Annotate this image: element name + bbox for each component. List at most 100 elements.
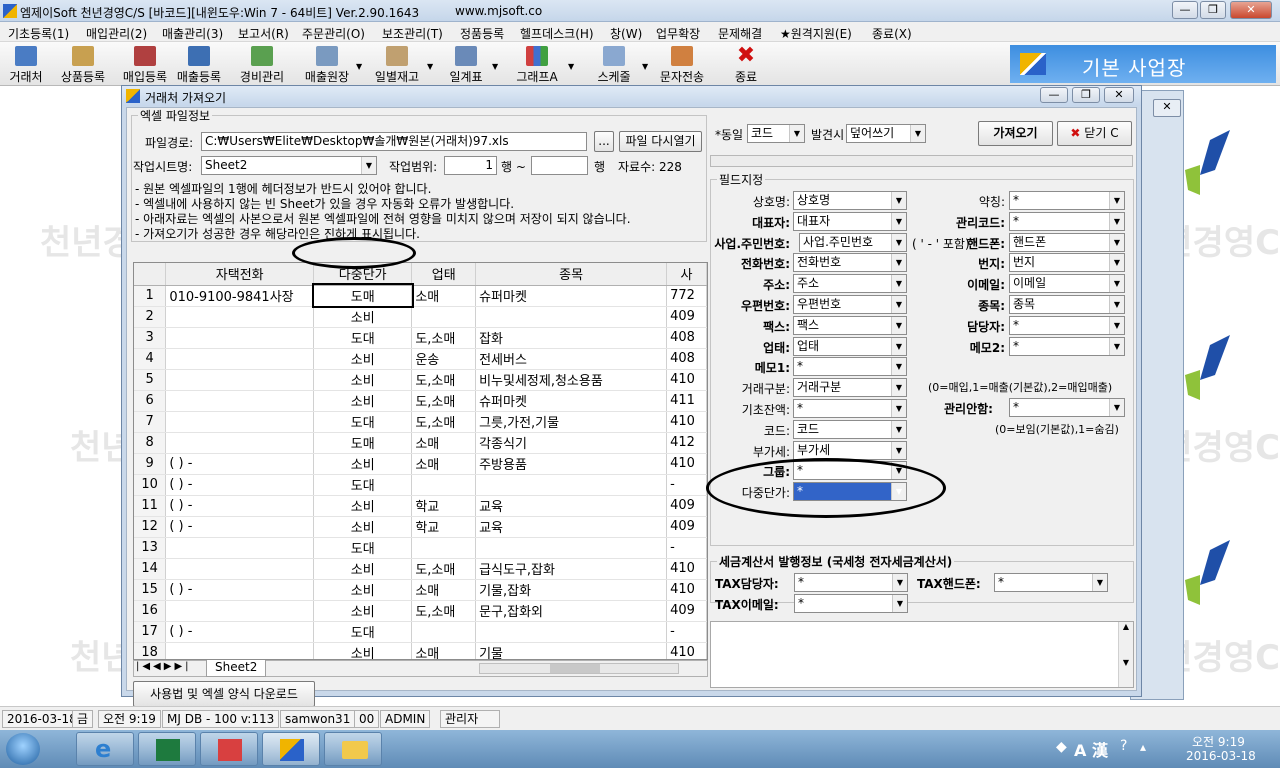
ime-icon[interactable]: A 漢 [1074,737,1108,761]
fields_right-field-select[interactable]: 핸드폰 ▼ [1009,232,1125,252]
grid-cell[interactable] [411,537,477,559]
table-row[interactable]: 2 소비 409 [134,306,707,328]
table-row[interactable]: 11( ) - 소비 학교 교육 409 [134,495,707,517]
grid-cell[interactable]: 411 [666,390,707,412]
scrollbar-thumb[interactable] [550,664,600,673]
fields_left-field-select[interactable]: 우편번호 ▼ [793,295,907,314]
grid-cell[interactable] [411,306,477,328]
menu-item-license[interactable]: 정품등록 [460,25,504,42]
ie-taskbar-icon[interactable]: e [76,732,134,766]
dialog-maximize-button[interactable]: ❐ [1072,87,1100,103]
fields_left-field-select[interactable]: * ▼ [793,357,907,377]
found-action-select[interactable]: 덮어쓰기 ▼ [846,124,926,143]
grid-cell[interactable]: 소비 [313,516,413,538]
grid-cell[interactable] [165,558,315,580]
fields_left-field-select[interactable]: 코드 ▼ [793,419,907,439]
grid-cell[interactable]: 2 [134,306,167,328]
table-row[interactable]: 14 소비 도,소매 급식도구,잡화 410 [134,558,707,580]
grid-header-cell[interactable]: 종목 [475,263,668,286]
fields_right-field-select[interactable]: * ▼ [1009,191,1125,210]
grid-cell[interactable]: 5 [134,369,167,391]
grid-cell[interactable]: 13 [134,537,167,559]
menu-item-order[interactable]: 주문관리(O) [302,25,365,42]
grid-cell[interactable]: 410 [666,453,707,475]
menu-item-troubleshoot[interactable]: 문제해결 [718,25,762,42]
grid-cell[interactable]: 도대 [313,327,413,349]
grid-cell[interactable]: ( ) - [165,621,315,643]
menu-item-remote[interactable]: ★원격지원(E) [780,25,852,42]
grid-cell[interactable]: 운송 [411,348,477,370]
grid-cell[interactable]: 도매 [311,283,414,308]
grid-cell[interactable]: 410 [666,558,707,580]
menu-item-report[interactable]: 보고서(R) [238,25,289,42]
grid-cell[interactable]: 도,소매 [411,600,477,622]
grid-cell[interactable]: 소매 [411,285,477,307]
grid-cell[interactable]: 교육 [475,516,668,538]
grid-cell[interactable] [165,306,315,328]
table-row[interactable]: 15( ) - 소비 소매 기물,잡화 410 [134,579,707,601]
table-row[interactable]: 6 소비 도,소매 슈퍼마켓 411 [134,390,707,412]
grid-cell[interactable]: 410 [666,369,707,391]
grid-cell[interactable]: 기물,잡화 [475,579,668,601]
grid-cell[interactable]: 소비 [313,348,413,370]
toolbar-graph-button[interactable]: 그래프A [512,44,562,85]
help-icon[interactable]: ? [1120,738,1127,754]
grid-cell[interactable] [165,369,315,391]
grid-cell[interactable]: 소비 [313,642,413,659]
grid-cell[interactable]: 412 [666,432,707,454]
grid-cell[interactable]: 408 [666,348,707,370]
network-icon[interactable]: ◆ [1056,739,1067,755]
toolbar-sms-button[interactable]: 문자전송 [656,44,708,85]
grid-cell[interactable]: 소비 [313,558,413,580]
table-row[interactable]: 8 도매 소매 각종식기 412 [134,432,707,454]
fields_right-field-select[interactable]: 번지 ▼ [1009,253,1125,273]
start-button-icon[interactable] [6,733,40,765]
toolbar-customer-button[interactable]: 거래처 [6,44,46,85]
grid-cell[interactable]: 비누및세정제,청소용품 [475,369,668,391]
grid-cell[interactable]: ( ) - [165,474,315,496]
tray-expand-icon[interactable]: ▴ [1140,740,1146,754]
table-row[interactable]: 9( ) - 소비 소매 주방용품 410 [134,453,707,475]
grid-header-cell[interactable] [134,263,167,286]
fields_left-field-select[interactable]: 상호명 ▼ [793,191,907,210]
grid-cell[interactable] [165,327,315,349]
grid-cell[interactable]: 슈퍼마켓 [475,390,668,412]
menu-item-purchase[interactable]: 매입관리(2) [86,25,147,42]
close-dialog-button[interactable]: ✖ 닫기 C [1057,121,1132,146]
grid-cell[interactable]: 410 [666,642,707,659]
menu-item-sales[interactable]: 매출관리(3) [162,25,223,42]
menu-item-helpdesk[interactable]: 헬프데스크(H) [520,25,594,42]
fields_right-field-select[interactable]: * ▼ [1009,336,1125,356]
excel-taskbar-icon[interactable] [138,732,196,766]
mjsoft-taskbar-icon[interactable] [262,732,320,766]
table-row[interactable]: 10( ) - 도대 - [134,474,707,496]
background-close-icon[interactable]: ✕ [1153,99,1181,117]
grid-cell[interactable]: 3 [134,327,167,349]
grid-cell[interactable]: ( ) - [165,453,315,475]
fields_left-field-select[interactable]: 대표자 ▼ [793,211,907,231]
clock-date[interactable]: 2016-03-18 [1186,749,1256,763]
grid-cell[interactable] [165,411,315,433]
grid-cell[interactable]: 소비 [313,579,413,601]
toolbar-schedule-button[interactable]: 스케줄 [592,44,636,85]
range-from-input[interactable]: 1 [444,156,497,175]
grid-cell[interactable]: 도대 [313,474,413,496]
table-row[interactable]: 18 소비 소매 기물 410 [134,642,707,659]
grid-cell[interactable]: 409 [666,306,707,328]
grid-cell[interactable]: 도,소매 [411,390,477,412]
grid-cell[interactable]: 소비 [313,600,413,622]
sheet-select[interactable]: Sheet2 ▼ [201,156,377,175]
grid-cell[interactable]: 소비 [313,390,413,412]
grid-cell[interactable]: 17 [134,621,167,643]
grid-cell[interactable]: 소비 [313,453,413,475]
grid-cell[interactable]: 주방용품 [475,453,668,475]
grid-cell[interactable]: - [666,537,707,559]
grid-cell[interactable]: 16 [134,600,167,622]
log-scrollbar[interactable]: ▲ ▼ [1118,622,1133,687]
toolbar-expense-button[interactable]: 경비관리 [236,44,288,85]
grid-cell[interactable]: 409 [666,516,707,538]
grid-cell[interactable] [475,621,668,643]
grid-cell[interactable]: 409 [666,495,707,517]
menu-item-window[interactable]: 창(W) [610,25,642,42]
excel-preview-grid[interactable]: 자택전화 다중단가 업태 종목 사 1 010-9100-9841사장 도매 소매 슈퍼마켓 77… [133,262,708,660]
